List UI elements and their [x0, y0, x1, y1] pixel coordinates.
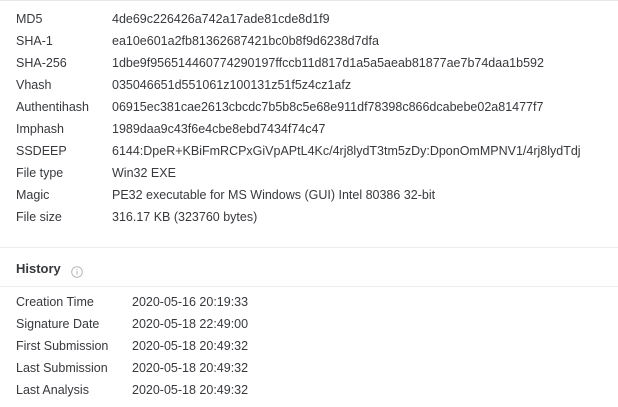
property-key: SSDEEP — [16, 144, 67, 158]
property-key: Vhash — [16, 78, 52, 92]
property-value[interactable]: PE32 executable for MS Windows (GUI) Int… — [112, 184, 435, 206]
history-value: 2020-05-16 20:19:33 — [132, 295, 249, 309]
top-border — [0, 0, 618, 1]
property-value[interactable]: 1dbe9f956514460774290197ffccb11d817d1a5a… — [112, 52, 544, 74]
property-key: File size — [16, 210, 62, 224]
info-circle-icon[interactable] — [70, 263, 83, 278]
history-key: Last Analysis — [16, 383, 89, 397]
history-title: History — [16, 261, 61, 276]
history-row-signature-date: Signature Date 2020-05-18 22:49:00 — [0, 313, 618, 335]
property-key: Authentihash — [16, 100, 89, 114]
property-key: Imphash — [16, 122, 64, 136]
property-value[interactable]: 035046651d551061z100131z51f5z4cz1afz — [112, 74, 351, 96]
property-row-md5: MD5 4de69c226426a742a17ade81cde8d1f9 — [0, 8, 618, 30]
history-row-last-submission: Last Submission 2020-05-18 20:49:32 — [0, 357, 618, 379]
property-value[interactable]: 6144:DpeR+KBiFmRCPxGiVpAPtL4Kc/4rj8lydT3… — [112, 140, 581, 162]
history-key: Signature Date — [16, 317, 100, 331]
history-value: 2020-05-18 22:49:00 — [132, 317, 249, 331]
history-key: Creation Time — [16, 295, 94, 309]
history-divider — [0, 286, 618, 287]
history-row-last-analysis: Last Analysis 2020-05-18 20:49:32 — [0, 379, 618, 401]
property-value[interactable]: 1989daa9c43f6e4cbe8ebd7434f74c47 — [112, 118, 325, 140]
property-key: SHA-1 — [16, 34, 53, 48]
property-key: File type — [16, 166, 64, 180]
property-value[interactable]: 316.17 KB (323760 bytes) — [112, 206, 257, 228]
property-row-file-type: File type Win32 EXE — [0, 162, 618, 184]
property-value[interactable]: Win32 EXE — [112, 162, 176, 184]
property-row-file-size: File size 316.17 KB (323760 bytes) — [0, 206, 618, 228]
history-key: First Submission — [16, 339, 109, 353]
property-value[interactable]: 4de69c226426a742a17ade81cde8d1f9 — [112, 8, 330, 30]
history-value: 2020-05-18 20:49:32 — [132, 383, 249, 397]
section-divider — [0, 247, 618, 248]
property-row-vhash: Vhash 035046651d551061z100131z51f5z4cz1a… — [0, 74, 618, 96]
history-row-creation-time: Creation Time 2020-05-16 20:19:33 — [0, 291, 618, 313]
property-row-imphash: Imphash 1989daa9c43f6e4cbe8ebd7434f74c47 — [0, 118, 618, 140]
history-value: 2020-05-18 20:49:32 — [132, 339, 249, 353]
history-row-first-submission: First Submission 2020-05-18 20:49:32 — [0, 335, 618, 357]
property-row-magic: Magic PE32 executable for MS Windows (GU… — [0, 184, 618, 206]
property-key: SHA-256 — [16, 56, 67, 70]
property-row-sha1: SHA-1 ea10e601a2fb81362687421bc0b8f9d623… — [0, 30, 618, 52]
property-row-sha256: SHA-256 1dbe9f956514460774290197ffccb11d… — [0, 52, 618, 74]
property-key: Magic — [16, 188, 50, 202]
history-value: 2020-05-18 20:49:32 — [132, 361, 249, 375]
history-key: Last Submission — [16, 361, 108, 375]
property-row-ssdeep: SSDEEP 6144:DpeR+KBiFmRCPxGiVpAPtL4Kc/4r… — [0, 140, 618, 162]
property-value[interactable]: ea10e601a2fb81362687421bc0b8f9d6238d7dfa — [112, 30, 379, 52]
property-row-authentihash: Authentihash 06915ec381cae2613cbcdc7b5b8… — [0, 96, 618, 118]
history-header: History — [16, 258, 83, 280]
property-key: MD5 — [16, 12, 43, 26]
property-value[interactable]: 06915ec381cae2613cbcdc7b5b8c5e68e911df78… — [112, 96, 543, 118]
